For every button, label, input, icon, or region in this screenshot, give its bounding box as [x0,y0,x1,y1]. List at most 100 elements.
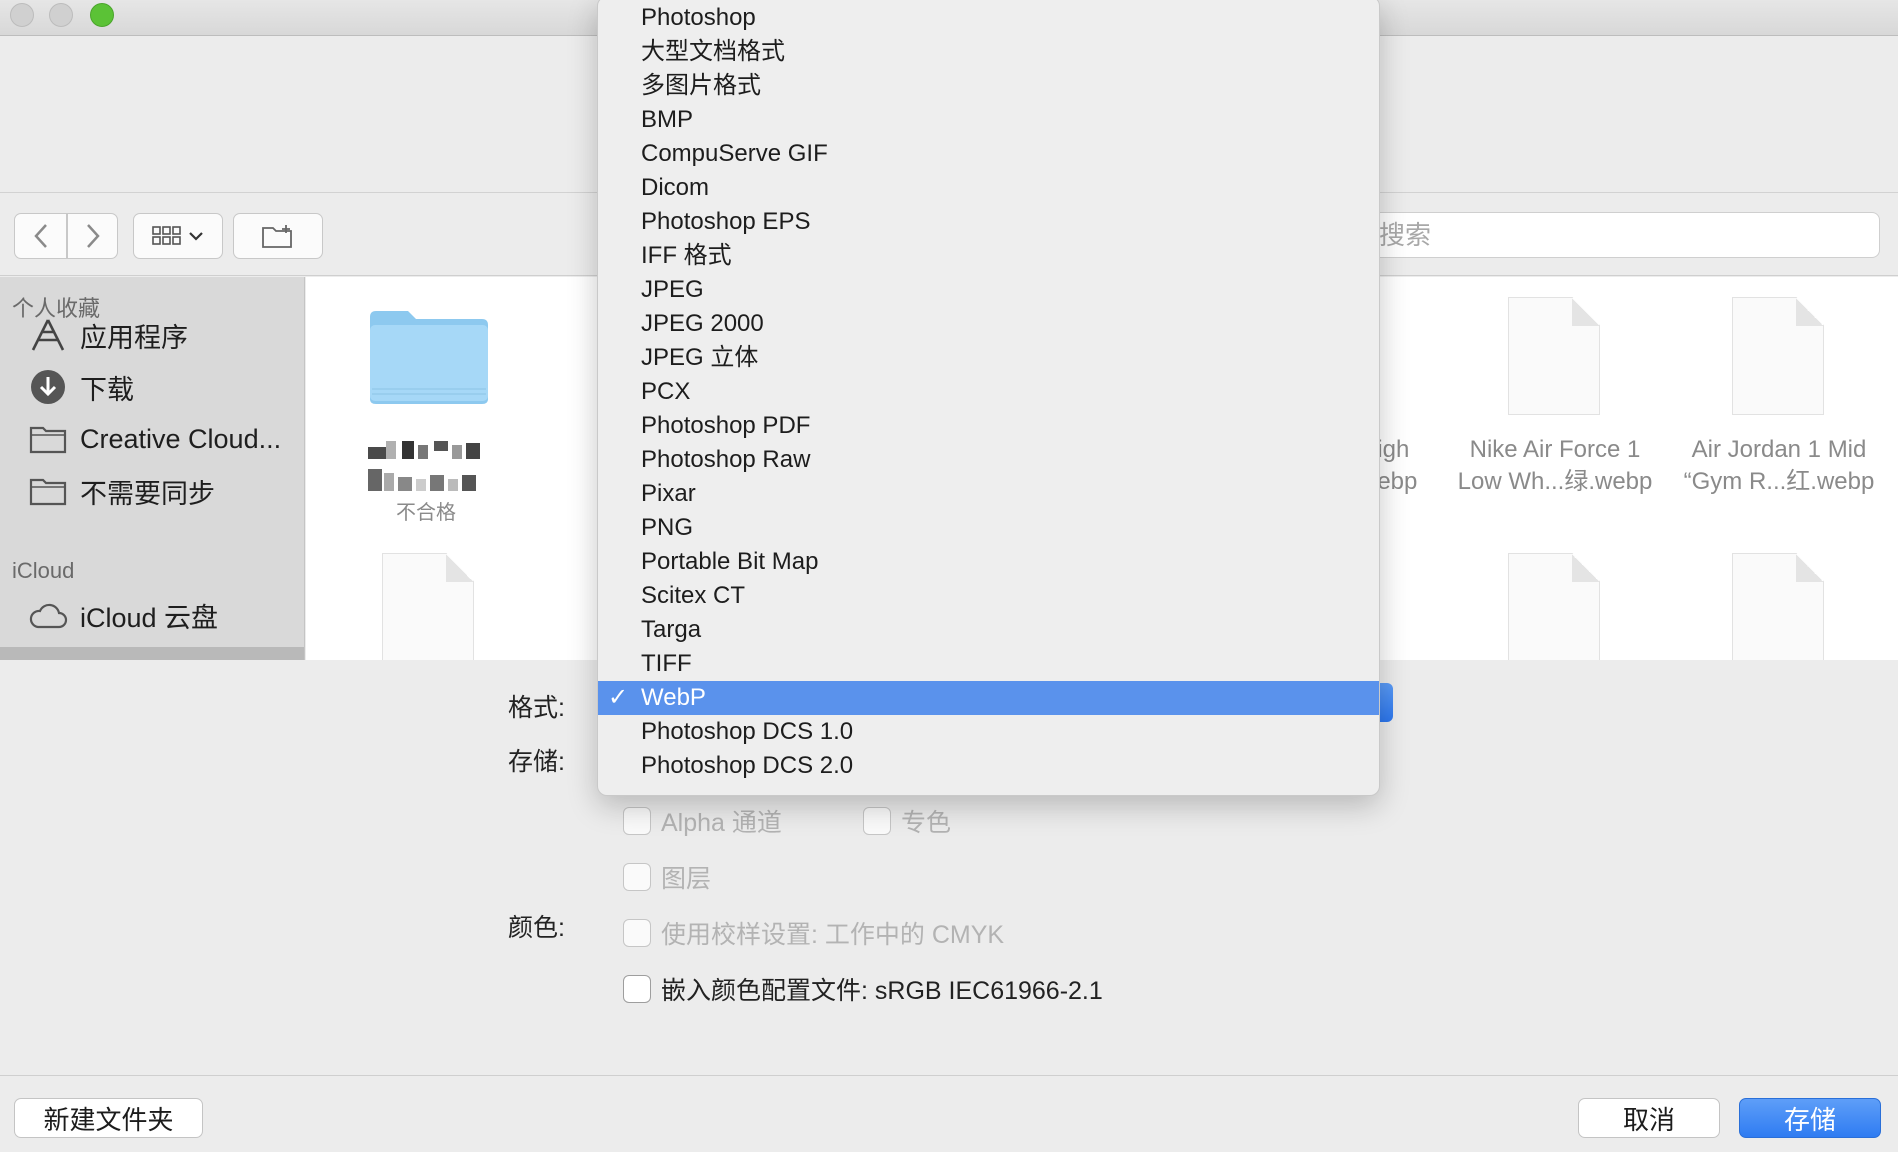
menu-item-label: Portable Bit Map [641,548,819,575]
menu-item-label: CompuServe GIF [641,140,828,167]
document-icon[interactable] [1508,297,1600,415]
menu-item-label: Photoshop EPS [641,208,811,235]
pixelated-thumbnail [368,439,484,495]
file-name-line: Nike Air Force 1 [1469,436,1641,463]
menu-item-format[interactable]: IFF 格式 [598,239,1379,273]
save-button[interactable]: 存储 [1739,1098,1881,1138]
menu-item-format[interactable]: 大型文档格式 [598,35,1379,69]
menu-item-label: JPEG 2000 [641,310,764,337]
search-input[interactable]: 搜索 [1360,212,1880,258]
menu-item-label: TIFF [641,650,692,677]
save-label: 存储: [508,748,565,776]
checkbox-box[interactable] [623,863,651,891]
menu-item-format[interactable]: ✓ WebP [598,681,1379,715]
menu-item-format[interactable]: Photoshop DCS 2.0 [598,749,1379,783]
menu-item-format[interactable]: PCX [598,375,1379,409]
cancel-button[interactable]: 取消 [1578,1098,1720,1138]
menu-item-format[interactable]: Photoshop Raw [598,443,1379,477]
spot-color-checkbox[interactable]: 专色 [863,803,951,839]
back-button[interactable] [14,213,67,259]
menu-item-format[interactable]: TIFF [598,647,1379,681]
chevron-left-icon [33,224,47,248]
layers-checkbox[interactable]: 图层 [623,859,711,895]
menu-item-label: Photoshop DCS 2.0 [641,752,854,779]
menu-item-label: JPEG [641,276,704,303]
file-name-line: “Gym R...红.webp [1683,468,1875,495]
icon-grid-icon [152,226,181,245]
download-icon [28,369,68,405]
alpha-channel-checkbox[interactable]: Alpha 通道 [623,803,782,839]
sidebar-item-label: 下载 [80,374,134,405]
menu-item-label: PCX [641,378,691,405]
proof-setup-label: 使用校样设置: 工作中的 CMYK [661,921,1005,949]
menu-item-label: Scitex CT [641,582,746,609]
document-icon[interactable] [1508,553,1600,660]
menu-item-format[interactable]: BMP [598,103,1379,137]
menu-item-label: 大型文档格式 [641,38,785,65]
checkbox-box[interactable] [623,975,651,1003]
proof-setup-checkbox[interactable]: 使用校样设置: 工作中的 CMYK [623,915,1004,951]
menu-item-label: PNG [641,514,694,541]
menu-item-format[interactable]: CompuServe GIF [598,137,1379,171]
menu-item-format[interactable]: JPEG 立体 [598,341,1379,375]
menu-item-format[interactable]: Portable Bit Map [598,545,1379,579]
menu-item-format[interactable]: JPEG [598,273,1379,307]
file-name: Nike Air Force 1 Low Wh...绿.webp [1446,434,1664,498]
cloud-icon [28,597,68,633]
menu-item-label: Dicom [641,174,710,201]
new-folder-button[interactable]: 新建文件夹 [14,1098,203,1138]
sidebar-item-applications[interactable]: 应用程序 [28,313,188,357]
format-label: 格式: [508,694,565,722]
menu-item-format[interactable]: 多图片格式 [598,69,1379,103]
folder-item[interactable] [368,309,490,410]
checkbox-box[interactable] [623,807,651,835]
view-mode-button[interactable] [133,213,223,259]
menu-item-label: Photoshop PDF [641,412,811,439]
menu-item-format[interactable]: Dicom [598,171,1379,205]
sidebar-item-downloads[interactable]: 下载 [28,365,134,409]
file-name-line: Low Wh...绿.webp [1457,468,1653,495]
menu-item-label: Photoshop DCS 1.0 [641,718,854,745]
folder-icon [28,421,68,457]
menu-item-label: Pixar [641,480,696,507]
file-name-line: Air Jordan 1 Mid [1691,436,1867,463]
checkbox-box[interactable] [623,919,651,947]
menu-item-format[interactable]: Photoshop [598,1,1379,35]
menu-item-label: Photoshop Raw [641,446,811,473]
menu-item-label: Targa [641,616,702,643]
zoom-window-button[interactable] [90,3,114,27]
spot-color-label: 专色 [901,809,952,837]
sidebar-item-icloud-drive[interactable]: iCloud 云盘 [28,593,218,637]
alpha-channel-label: Alpha 通道 [661,809,782,837]
minimize-window-button[interactable] [49,3,73,27]
menu-item-format[interactable]: Photoshop PDF [598,409,1379,443]
menu-item-label: IFF 格式 [641,242,732,269]
close-window-button[interactable] [10,3,34,27]
folder-icon [28,473,68,509]
menu-item-format[interactable]: PNG [598,511,1379,545]
menu-item-format[interactable]: Scitex CT [598,579,1379,613]
sidebar: 个人收藏 应用程序 下载 Creative Cloud... 不需要同步 iCl… [0,277,305,660]
sidebar-item-creative-cloud[interactable]: Creative Cloud... [28,417,281,461]
file-name: Air Jordan 1 Mid “Gym R...红.webp [1670,434,1888,498]
menu-item-format[interactable]: JPEG 2000 [598,307,1379,341]
sidebar-item-no-sync[interactable]: 不需要同步 [28,469,215,513]
embed-profile-label: 嵌入颜色配置文件: sRGB IEC61966-2.1 [661,977,1103,1005]
document-icon[interactable] [1732,297,1824,415]
checkbox-box[interactable] [863,807,891,835]
sidebar-selected-item-partial[interactable] [0,647,304,660]
sidebar-item-label: 应用程序 [80,322,188,353]
document-icon[interactable] [382,553,474,660]
forward-button[interactable] [67,213,118,259]
menu-item-format[interactable]: Targa [598,613,1379,647]
menu-item-format[interactable]: Photoshop EPS [598,205,1379,239]
chevron-right-icon [86,224,100,248]
menu-item-label: 多图片格式 [641,72,761,99]
embed-profile-checkbox[interactable]: 嵌入颜色配置文件: sRGB IEC61966-2.1 [623,971,1103,1007]
menu-item-format[interactable]: Photoshop DCS 1.0 [598,715,1379,749]
sidebar-item-label: Creative Cloud... [80,423,282,454]
new-folder-toolbar-button[interactable] [233,213,323,259]
chevron-down-icon [189,232,203,241]
document-icon[interactable] [1732,553,1824,660]
menu-item-format[interactable]: Pixar [598,477,1379,511]
